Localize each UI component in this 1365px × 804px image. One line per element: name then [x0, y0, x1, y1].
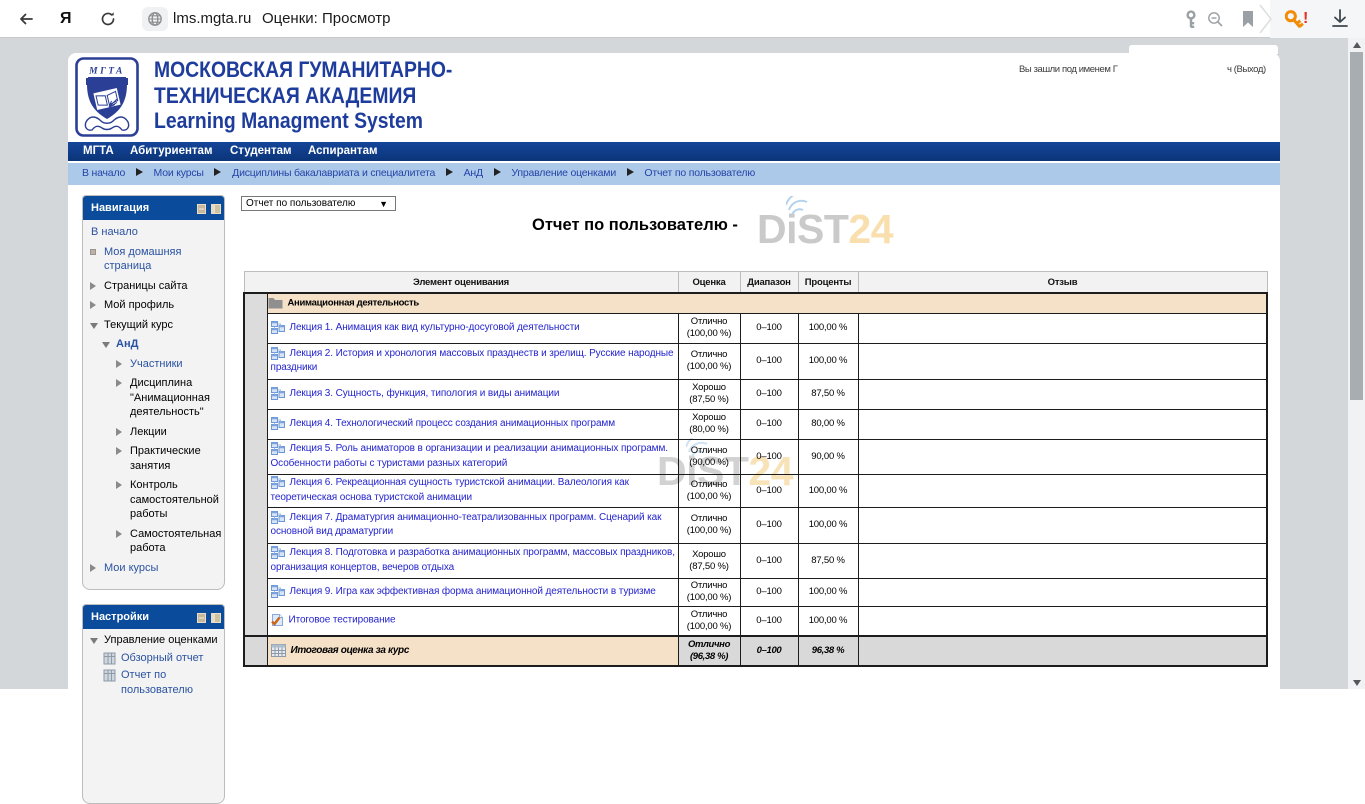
svg-text:!: ! — [1303, 10, 1308, 27]
svg-text:МГТА: МГТА — [88, 67, 125, 77]
